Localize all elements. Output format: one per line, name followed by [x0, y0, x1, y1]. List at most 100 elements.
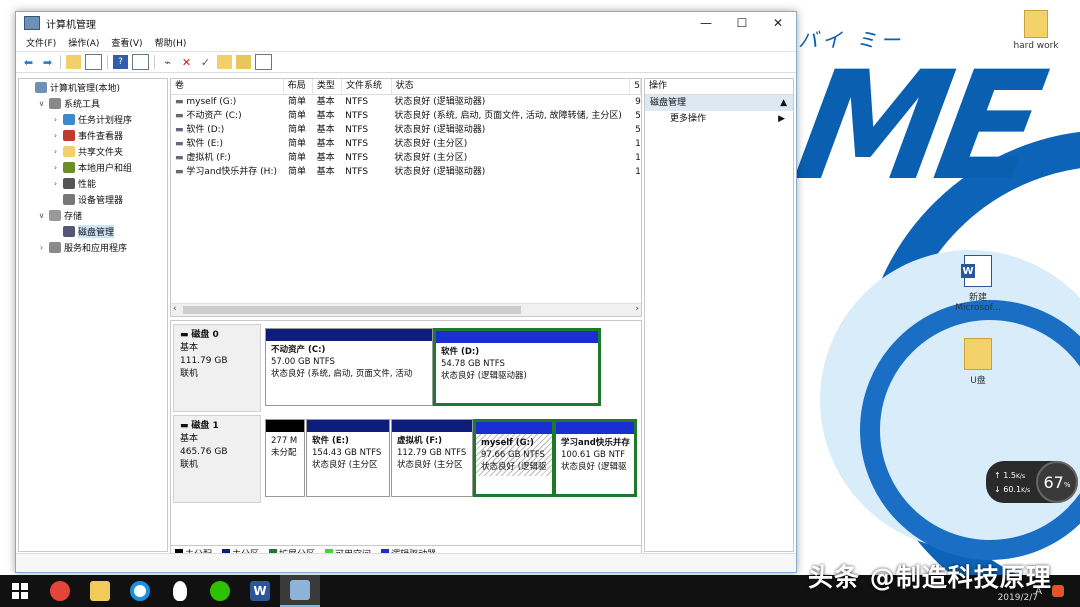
partition-g[interactable]: myself (G:) 97.66 GB NTFS 状态良好 (逻辑驱	[473, 419, 555, 497]
check-icon[interactable]: ✓	[198, 55, 213, 69]
volume-status: 状态良好 (主分区)	[394, 139, 468, 149]
horizontal-scrollbar[interactable]: ‹ ›	[171, 303, 641, 316]
partition-d[interactable]: 软件 (D:) 54.78 GB NTFS 状态良好 (逻辑驱动器)	[433, 328, 601, 406]
column-header-volume[interactable]: 卷	[171, 79, 284, 94]
scroll-left-icon[interactable]: ‹	[173, 304, 177, 314]
menu-view[interactable]: 查看(V)	[105, 36, 148, 49]
desktop-icon-hard-work[interactable]: hard work	[996, 10, 1076, 51]
close-button[interactable]: ✕	[760, 12, 796, 34]
new-volume-icon[interactable]	[217, 55, 232, 69]
tree-item[interactable]: 计算机管理(本地)	[19, 79, 167, 95]
start-button[interactable]	[0, 575, 40, 607]
volume-drive-icon: ▬	[175, 167, 187, 177]
actions-section-disk-management[interactable]: 磁盘管理 ▲	[645, 95, 793, 111]
volume-filesystem: NTFS	[345, 139, 369, 149]
expand-toggle-icon[interactable]: ∨	[37, 211, 46, 220]
tree-item[interactable]: ∨ 系统工具	[19, 95, 167, 111]
network-speed-widget[interactable]: ↑ 1.5K/s ↓ 60.1K/s 67%	[986, 461, 1078, 503]
taskbar-app-music[interactable]	[40, 575, 80, 607]
minimize-button[interactable]: —	[688, 12, 724, 34]
tree-item[interactable]: › 事件查看器	[19, 127, 167, 143]
table-row[interactable]: ▬ myself (G:) 简单 基本 NTFS 状态良好 (逻辑驱动器) 9	[171, 95, 641, 109]
expand-toggle-icon[interactable]: ›	[51, 179, 60, 188]
download-arrow-icon: ↓	[994, 485, 1001, 494]
cpu-usage-value: 67	[1043, 472, 1064, 492]
computer-management-icon	[290, 580, 310, 600]
table-row[interactable]: ▬ 不动资产 (C:) 简单 基本 NTFS 状态良好 (系统, 启动, 页面文件, 活…	[171, 109, 641, 123]
rescan-icon[interactable]	[236, 55, 251, 69]
browser-icon	[130, 581, 150, 601]
tree-item[interactable]: › 共享文件夹	[19, 143, 167, 159]
partition-h[interactable]: 学习and快乐并存 100.61 GB NTF 状态良好 (逻辑驱	[553, 419, 637, 497]
expand-toggle-icon[interactable]: ›	[51, 147, 60, 156]
tree-item[interactable]: › 本地用户和组	[19, 159, 167, 175]
column-header-layout[interactable]: 布局	[284, 79, 313, 94]
partition-c[interactable]: 不动资产 (C:) 57.00 GB NTFS 状态良好 (系统, 启动, 页面…	[265, 328, 433, 406]
column-header-type[interactable]: 类型	[313, 79, 343, 94]
back-arrow-icon[interactable]: ⬅	[21, 55, 36, 69]
taskbar-app-wechat[interactable]	[200, 575, 240, 607]
table-row[interactable]: ▬ 虚拟机 (F:) 简单 基本 NTFS 状态良好 (主分区) 1	[171, 151, 641, 165]
collapse-up-icon[interactable]: ▲	[780, 95, 787, 111]
volume-layout: 简单	[288, 167, 307, 177]
maximize-button[interactable]: ☐	[724, 12, 760, 34]
tree-item[interactable]: ∨ 存储	[19, 207, 167, 223]
column-header-filesystem[interactable]: 文件系统	[342, 79, 392, 94]
wechat-icon	[210, 581, 230, 601]
more-actions-label: 更多操作	[670, 114, 707, 124]
taskbar-app-word[interactable]: W	[240, 575, 280, 607]
menu-action[interactable]: 操作(A)	[62, 36, 105, 49]
up-folder-icon[interactable]	[66, 55, 81, 69]
column-header-capacity[interactable]: 5	[630, 79, 641, 94]
tree-item[interactable]: 磁盘管理	[19, 223, 167, 239]
show-hide-tree-icon[interactable]	[85, 54, 102, 70]
desktop-icon-usb[interactable]: U盘	[938, 338, 1018, 386]
delete-icon[interactable]: ✕	[179, 55, 194, 69]
rate-unit: K/s	[1021, 487, 1031, 494]
taskbar-app-qq[interactable]	[160, 575, 200, 607]
list-view-icon[interactable]	[255, 54, 272, 70]
tree-item[interactable]: › 服务和应用程序	[19, 239, 167, 255]
tree-item-label: 性能	[78, 179, 97, 190]
taskbar-clock-date[interactable]: 2019/2/7	[998, 593, 1038, 603]
tree-item[interactable]: 设备管理器	[19, 191, 167, 207]
title-bar[interactable]: 计算机管理 — ☐ ✕	[16, 12, 796, 34]
disk-type: 基本	[180, 434, 199, 444]
table-row[interactable]: ▬ 软件 (D:) 简单 基本 NTFS 状态良好 (逻辑驱动器) 5	[171, 123, 641, 137]
partition-size: 54.78 GB NTFS	[441, 359, 505, 369]
expand-toggle-icon[interactable]: ›	[51, 131, 60, 140]
forward-arrow-icon[interactable]: ➡	[40, 55, 55, 69]
tree-item[interactable]: › 任务计划程序	[19, 111, 167, 127]
properties-icon[interactable]	[132, 54, 149, 70]
disk-0-info[interactable]: ▬ 磁盘 0 基本 111.79 GB 联机	[173, 324, 261, 412]
taskbar-app-computer-management[interactable]	[280, 575, 320, 607]
help-icon[interactable]: ?	[113, 55, 128, 69]
partition-unallocated[interactable]: 277 M 未分配	[265, 419, 305, 497]
volume-name-label: 软件 (E:)	[186, 139, 223, 149]
menu-file[interactable]: 文件(F)	[20, 36, 62, 49]
expand-toggle-icon[interactable]: ›	[51, 163, 60, 172]
expand-toggle-icon[interactable]: ›	[51, 115, 60, 124]
performance-icon	[63, 177, 75, 189]
expand-toggle-icon[interactable]: ›	[37, 243, 46, 252]
tree-item[interactable]: › 性能	[19, 175, 167, 191]
taskbar-app-explorer[interactable]	[80, 575, 120, 607]
taskbar-app-browser[interactable]	[120, 575, 160, 607]
table-row[interactable]: ▬ 软件 (E:) 简单 基本 NTFS 状态良好 (主分区) 1	[171, 137, 641, 151]
more-actions-item[interactable]: 更多操作 ▶	[645, 111, 793, 127]
column-header-status[interactable]: 状态	[392, 79, 631, 94]
connect-icon[interactable]: ⌁	[160, 55, 175, 69]
menu-help[interactable]: 帮助(H)	[149, 36, 193, 49]
disk-1-info[interactable]: ▬ 磁盘 1 基本 465.76 GB 联机	[173, 415, 261, 503]
expand-toggle-icon[interactable]: ∨	[37, 99, 46, 108]
disk-0[interactable]: ▬ 磁盘 0 基本 111.79 GB 联机 不动资产 (C:) 57.00 G…	[173, 324, 637, 412]
partition-e[interactable]: 软件 (E:) 154.43 GB NTFS 状态良好 (主分区	[306, 419, 390, 497]
scroll-right-icon[interactable]: ›	[635, 304, 639, 314]
volume-capacity: 1	[635, 167, 641, 177]
disk-1[interactable]: ▬ 磁盘 1 基本 465.76 GB 联机 277 M 未分配 软件 (E:)…	[173, 415, 637, 503]
antivirus-icon[interactable]	[1052, 585, 1064, 597]
desktop-icon-word-doc[interactable]: W 新建 Microsof...	[938, 255, 1018, 313]
partition-f[interactable]: 虚拟机 (F:) 112.79 GB NTFS 状态良好 (主分区	[391, 419, 473, 497]
scrollbar-thumb[interactable]	[183, 306, 521, 314]
table-row[interactable]: ▬ 学习and快乐并存 (H:) 简单 基本 NTFS 状态良好 (逻辑驱动器) 1	[171, 165, 641, 179]
